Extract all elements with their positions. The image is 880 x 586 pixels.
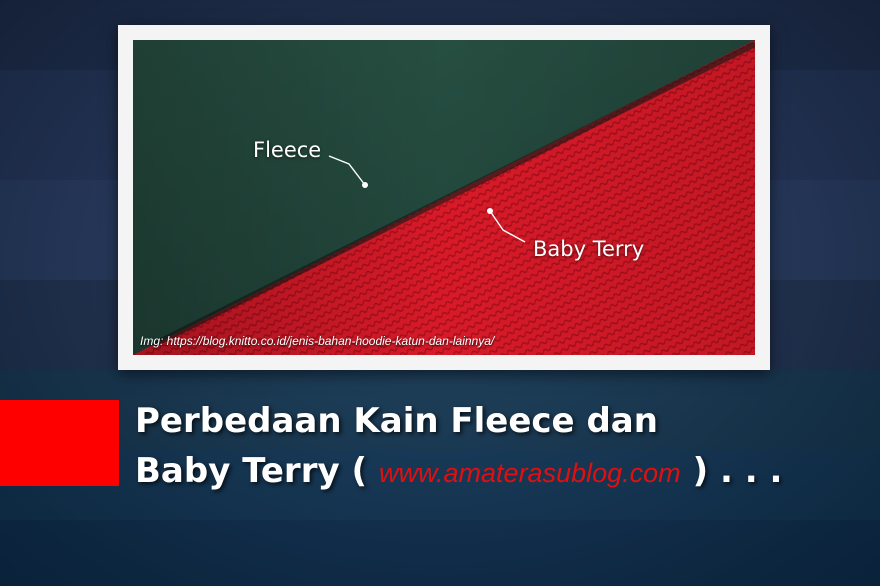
- fabric-illustration: [133, 40, 755, 355]
- fleece-label: Fleece: [253, 138, 322, 162]
- headline-line-2-prefix: Baby Terry (: [135, 451, 368, 491]
- headline-line-1: Perbedaan Kain Fleece dan: [135, 401, 658, 441]
- headline: Perbedaan Kain Fleece dan Baby Terry ( ww…: [135, 396, 782, 498]
- image-credit: Img: https://blog.knitto.co.id/jenis-bah…: [140, 334, 495, 348]
- headline-line-2-suffix: ) . . .: [692, 451, 783, 491]
- baby-terry-callout-dot: [487, 208, 493, 214]
- photo-frame: Fleece Baby Terry Img: https://blog.knit…: [118, 25, 770, 370]
- fabric-photo: Fleece Baby Terry Img: https://blog.knit…: [133, 40, 755, 355]
- baby-terry-label: Baby Terry: [533, 237, 645, 261]
- site-url: www.amaterasublog.com: [379, 458, 681, 488]
- fleece-callout-dot: [362, 182, 368, 188]
- headline-line-2: Baby Terry ( www.amaterasublog.com ) . . .: [135, 446, 782, 498]
- accent-red-block: [0, 400, 119, 486]
